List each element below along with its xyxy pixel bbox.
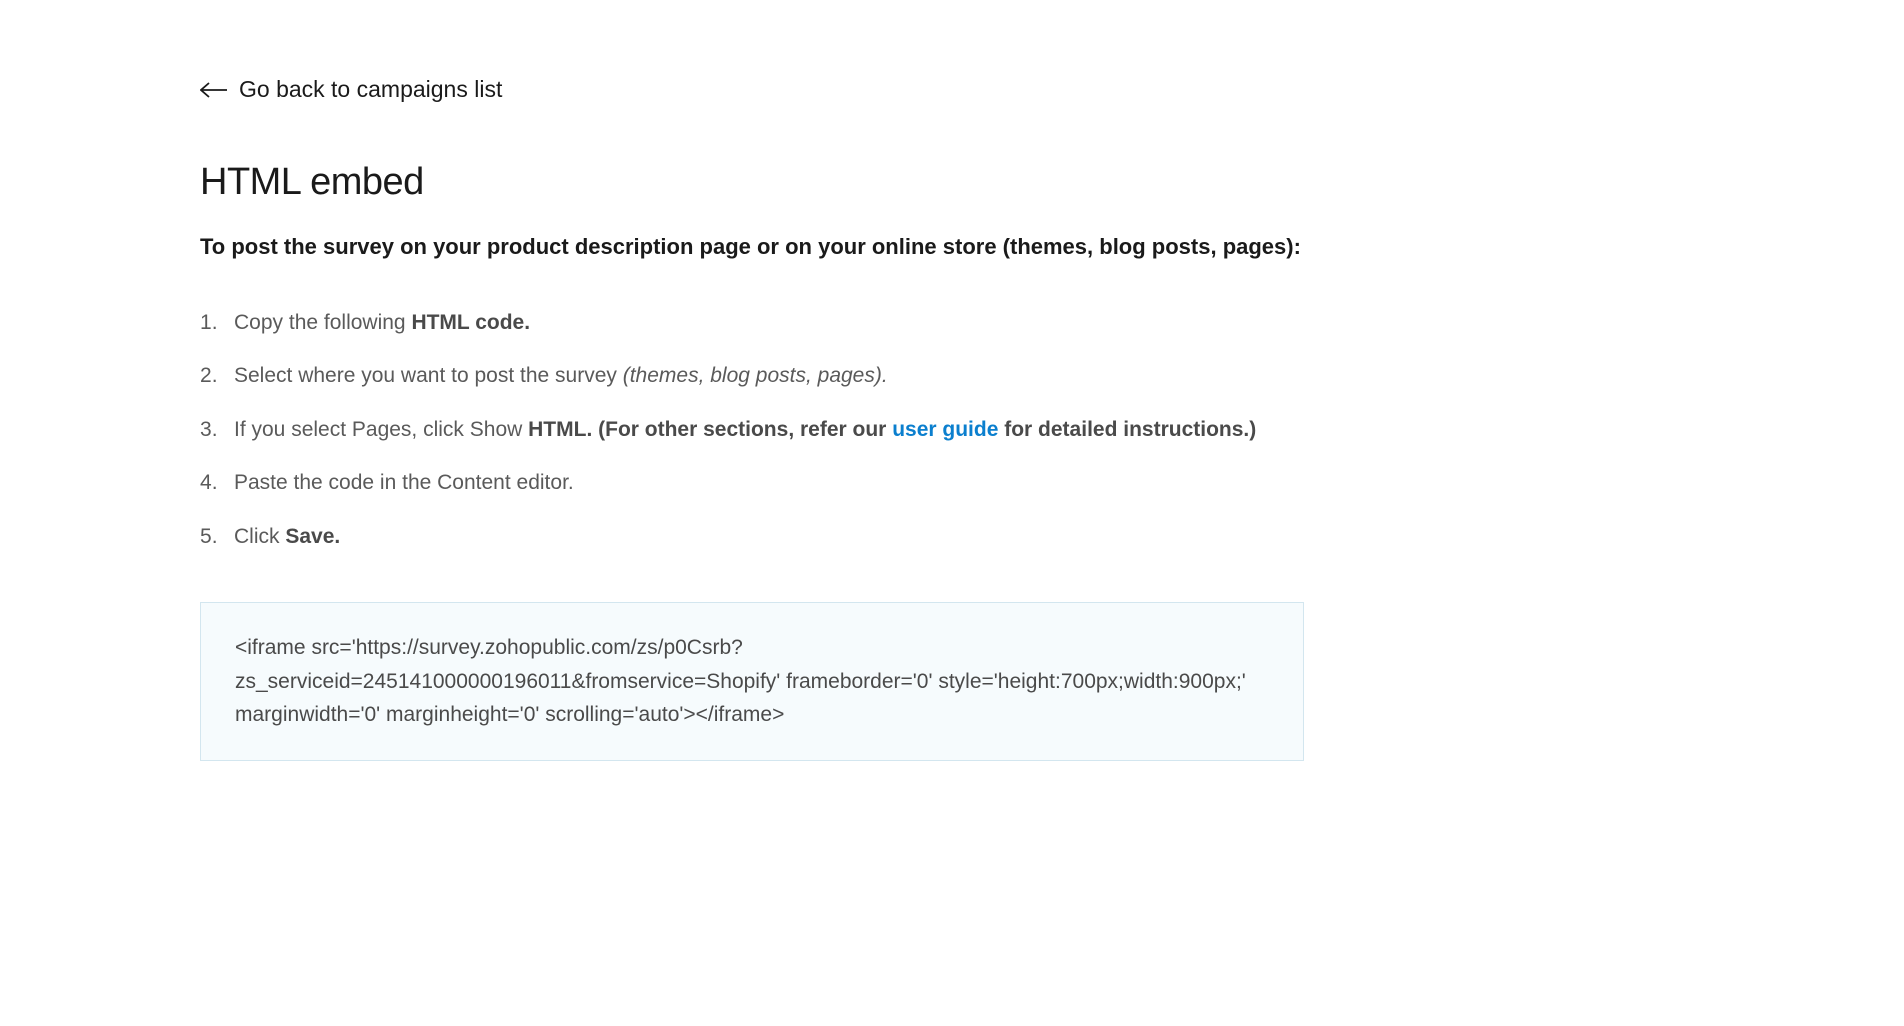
- html-embed-code-box[interactable]: <iframe src='https://survey.zohopublic.c…: [200, 602, 1304, 761]
- page-title: HTML embed: [200, 161, 1304, 204]
- instruction-step-2: Select where you want to post the survey…: [200, 360, 1304, 392]
- step-bold: for detailed instructions.): [998, 418, 1256, 441]
- user-guide-link[interactable]: user guide: [892, 418, 998, 441]
- back-to-campaigns-link[interactable]: Go back to campaigns list: [200, 76, 502, 103]
- step-text: Select where you want to post the survey: [234, 364, 623, 387]
- step-bold: Save.: [285, 525, 340, 548]
- instruction-step-3: If you select Pages, click Show HTML. (F…: [200, 414, 1304, 446]
- arrow-left-icon: [200, 82, 228, 98]
- page-container: Go back to campaigns list HTML embed To …: [0, 0, 1504, 761]
- instruction-step-5: Click Save.: [200, 521, 1304, 553]
- step-text: Click: [234, 525, 285, 548]
- instruction-step-1: Copy the following HTML code.: [200, 307, 1304, 339]
- step-text: Copy the following: [234, 311, 411, 334]
- instruction-step-4: Paste the code in the Content editor.: [200, 467, 1304, 499]
- step-bold: HTML. (For other sections, refer our: [528, 418, 892, 441]
- instructions-list: Copy the following HTML code. Select whe…: [200, 307, 1304, 553]
- step-italic: (themes, blog posts, pages).: [623, 364, 888, 387]
- step-text: Paste the code in the Content editor.: [234, 471, 574, 494]
- back-link-label: Go back to campaigns list: [239, 76, 502, 103]
- page-subtitle: To post the survey on your product descr…: [200, 232, 1304, 263]
- step-text: If you select Pages, click Show: [234, 418, 528, 441]
- step-bold: HTML code.: [411, 311, 530, 334]
